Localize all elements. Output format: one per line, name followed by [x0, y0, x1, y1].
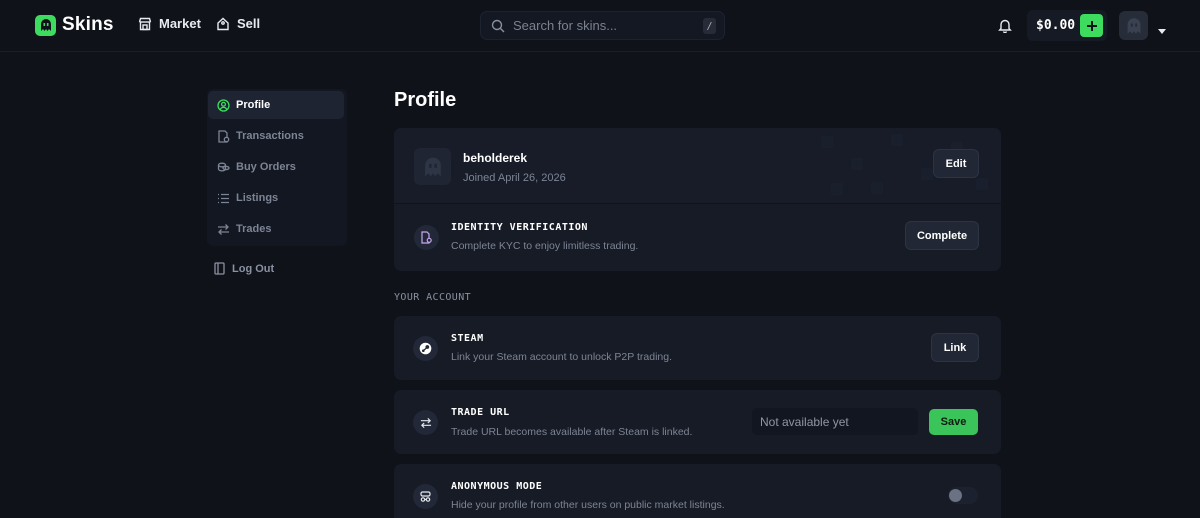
nav-sell[interactable]: Sell	[216, 16, 260, 31]
profile-card: beholderek Joined April 26, 2026 Edit ID…	[394, 128, 1001, 271]
profile-joined-date: Joined April 26, 2026	[463, 172, 566, 184]
logout-label: Log Out	[232, 262, 275, 275]
account-sidebar: Profile Transactions Buy Orders Listings…	[207, 89, 347, 246]
nav-market[interactable]: Market	[138, 16, 201, 31]
anonymous-mode-description: Hide your profile from other users on pu…	[451, 499, 725, 511]
trade-url-input[interactable]: Not available yet	[752, 408, 918, 435]
ghost-avatar-icon	[424, 157, 441, 176]
sidebar-item-label: Transactions	[236, 130, 304, 142]
search-icon	[491, 19, 505, 32]
identity-verification-description: Complete KYC to enjoy limitless trading.	[451, 240, 639, 252]
sidebar-item-label: Trades	[236, 223, 272, 235]
trade-url-title: TRADE URL	[451, 407, 510, 418]
arrows-swap-icon	[413, 410, 438, 435]
sidebar-item-label: Listings	[236, 192, 279, 204]
user-circle-icon	[217, 98, 230, 112]
list-icon	[218, 193, 229, 203]
sidebar-item-transactions[interactable]: Transactions	[208, 122, 344, 150]
section-label-your-account: YOUR ACCOUNT	[394, 292, 472, 303]
brand-name: Skins	[62, 14, 114, 35]
sidebar-item-profile[interactable]: Profile	[208, 91, 344, 119]
storefront-icon	[138, 17, 152, 30]
plus-icon	[1086, 20, 1097, 31]
top-header: Skins Market Sell Search for skins... / …	[0, 0, 1200, 52]
nav-sell-label: Sell	[237, 16, 261, 31]
anonymous-mode-title: ANONYMOUS MODE	[451, 481, 543, 492]
steam-description: Link your Steam account to unlock P2P tr…	[451, 351, 673, 363]
link-steam-button[interactable]: Link	[931, 333, 979, 362]
notifications-bell-icon[interactable]	[998, 18, 1012, 38]
ghost-avatar-icon	[1127, 17, 1140, 34]
profile-avatar	[414, 148, 451, 185]
brand-logo[interactable]: Skins	[35, 14, 114, 36]
search-input[interactable]: Search for skins...	[513, 18, 617, 33]
profile-username: beholderek	[463, 151, 528, 165]
wallet-balance[interactable]: $0.00	[1027, 10, 1107, 41]
search-bar[interactable]: Search for skins... /	[480, 11, 725, 40]
page-title: Profile	[394, 89, 457, 111]
logout-icon	[214, 262, 225, 275]
nav-market-label: Market	[159, 16, 201, 31]
sidebar-item-trades[interactable]: Trades	[208, 215, 344, 243]
balance-amount: $0.00	[1036, 18, 1076, 33]
edit-profile-button[interactable]: Edit	[933, 149, 979, 178]
sidebar-item-listings[interactable]: Listings	[208, 184, 344, 212]
toggle-knob	[949, 489, 962, 502]
identity-verification-icon	[414, 225, 439, 250]
incognito-icon	[413, 484, 438, 509]
coins-icon	[217, 162, 230, 171]
logout-button[interactable]: Log Out	[214, 262, 274, 275]
steam-icon	[413, 336, 438, 361]
anonymous-mode-toggle[interactable]	[948, 487, 978, 504]
trade-url-description: Trade URL becomes available after Steam …	[451, 426, 693, 438]
add-funds-button[interactable]	[1080, 14, 1103, 37]
sidebar-item-label: Buy Orders	[236, 161, 296, 173]
chevron-down-icon[interactable]	[1158, 22, 1166, 40]
complete-kyc-button[interactable]: Complete	[905, 221, 979, 250]
search-shortcut-key: /	[703, 18, 716, 34]
anonymous-mode-card: ANONYMOUS MODE Hide your profile from ot…	[394, 464, 1001, 518]
receipt-icon	[218, 129, 230, 143]
ghost-logo-icon	[35, 14, 56, 36]
steam-title: STEAM	[451, 333, 484, 344]
trade-url-card: TRADE URL Trade URL becomes available af…	[394, 390, 1001, 454]
steam-card: STEAM Link your Steam account to unlock …	[394, 316, 1001, 380]
user-avatar-button[interactable]	[1119, 11, 1148, 40]
identity-verification-title: IDENTITY VERIFICATION	[451, 222, 588, 233]
profile-header: beholderek Joined April 26, 2026 Edit	[394, 128, 1001, 204]
sidebar-item-label: Profile	[236, 99, 271, 111]
tag-icon	[217, 17, 229, 30]
sidebar-item-buy-orders[interactable]: Buy Orders	[208, 153, 344, 181]
arrows-swap-icon	[218, 223, 229, 235]
save-trade-url-button[interactable]: Save	[929, 409, 978, 435]
